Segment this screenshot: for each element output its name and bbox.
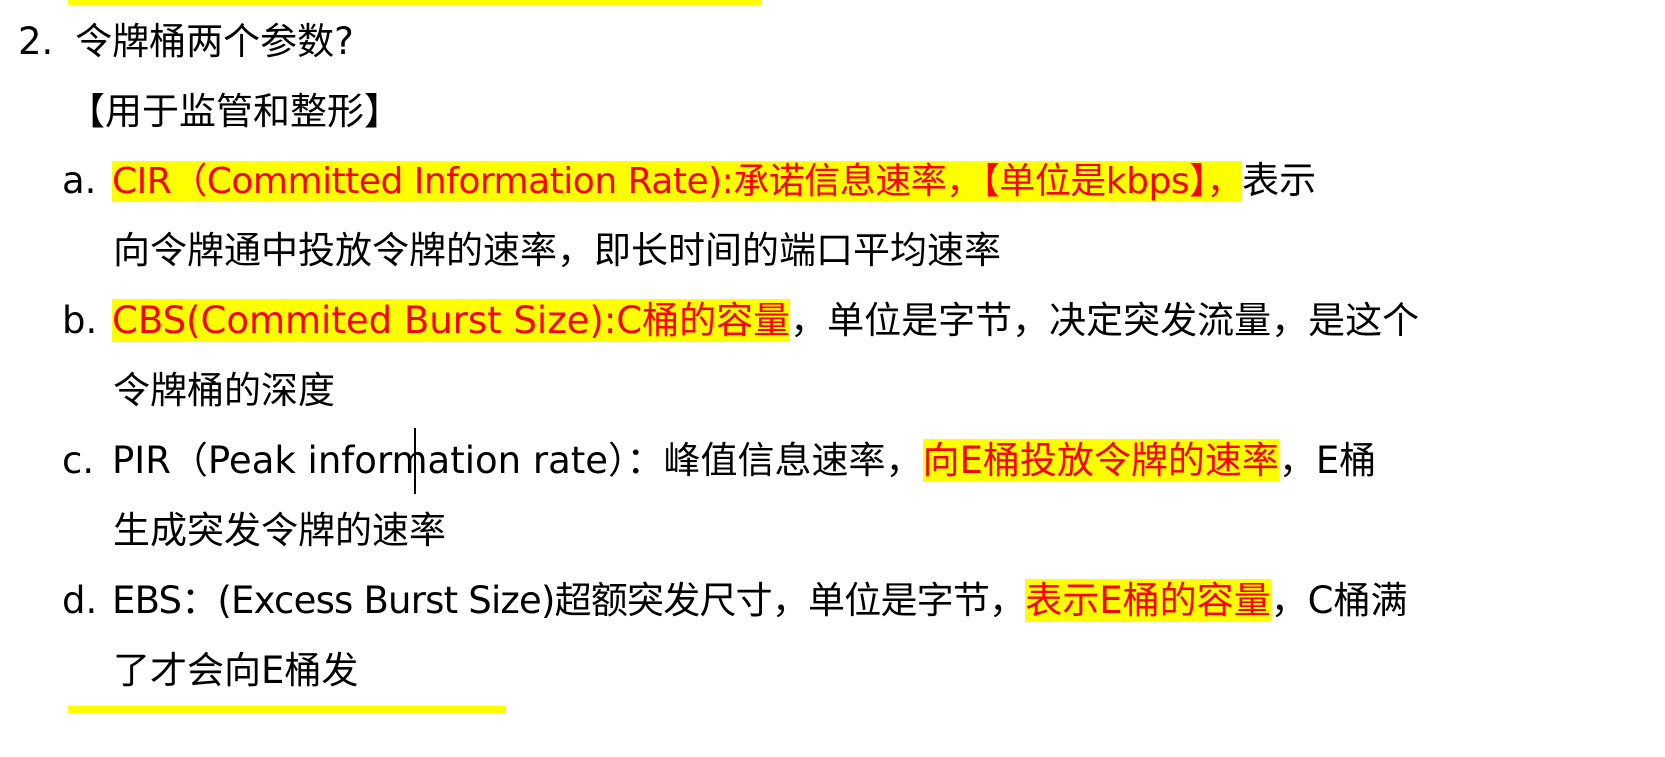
item-a-continuation: 向令牌通中投放令牌的速率，即长时间的端口平均速率 <box>113 229 1001 272</box>
item-d-rest-text: ，C桶满 <box>1270 579 1408 622</box>
item-c-line: c. PIR（Peak information rate）：峰值信息速率，向E桶投… <box>62 435 1376 487</box>
item-b-continuation: 令牌桶的深度 <box>113 369 335 412</box>
item-b-line: b. CBS(Commited Burst Size):C桶的容量，单位是字节，决… <box>62 295 1419 347</box>
item-b-rest-text: ，单位是字节，决定突发流量，是这个 <box>790 299 1420 342</box>
item-c-continuation: 生成突发令牌的速率 <box>113 509 446 552</box>
item-a-continuation-line: 向令牌通中投放令牌的速率，即长时间的端口平均速率 <box>113 225 1001 277</box>
item-b-continuation-line: 令牌桶的深度 <box>113 365 335 417</box>
item-d-marker: d. <box>62 579 98 622</box>
item-d-text-before: EBS：(Excess Burst Size)超额突发尺寸，单位是字节， <box>112 579 1026 622</box>
item-c-marker: c. <box>62 439 95 482</box>
item-a-marker: a. <box>62 159 97 202</box>
item-d-continuation: 了才会向E桶发 <box>113 649 359 692</box>
subheading-text: 【用于监管和整形】 <box>68 90 401 133</box>
text-caret <box>414 428 416 494</box>
subheading-line: 【用于监管和整形】 <box>68 86 401 138</box>
heading-number: 2. <box>18 20 54 63</box>
highlight-bar-bottom <box>68 706 506 713</box>
item-c-rest-text: ，E桶 <box>1278 439 1377 482</box>
highlight-bar-top <box>68 0 761 5</box>
item-b-marker: b. <box>62 299 98 342</box>
item-c-highlighted-text: 向E桶投放令牌的速率 <box>922 439 1279 482</box>
item-d-line: d. EBS：(Excess Burst Size)超额突发尺寸，单位是字节，表示… <box>62 575 1408 627</box>
item-a-line: a. CIR（Committed Information Rate):承诺信息速率… <box>62 155 1316 207</box>
heading-line: 2. 令牌桶两个参数? <box>18 16 354 68</box>
item-d-highlighted-text: 表示E桶的容量 <box>1025 579 1271 622</box>
item-b-highlighted-text: CBS(Commited Burst Size):C桶的容量 <box>112 299 791 342</box>
item-c-continuation-line: 生成突发令牌的速率 <box>113 505 446 557</box>
item-d-continuation-line: 了才会向E桶发 <box>113 645 358 697</box>
heading-text: 令牌桶两个参数? <box>75 20 354 63</box>
item-c-text-before: PIR（Peak information rate）：峰值信息速率， <box>112 439 923 482</box>
item-a-rest-text: 表示 <box>1242 159 1317 202</box>
item-a-highlighted-text: CIR（Committed Information Rate):承诺信息速率，【… <box>112 161 1243 202</box>
